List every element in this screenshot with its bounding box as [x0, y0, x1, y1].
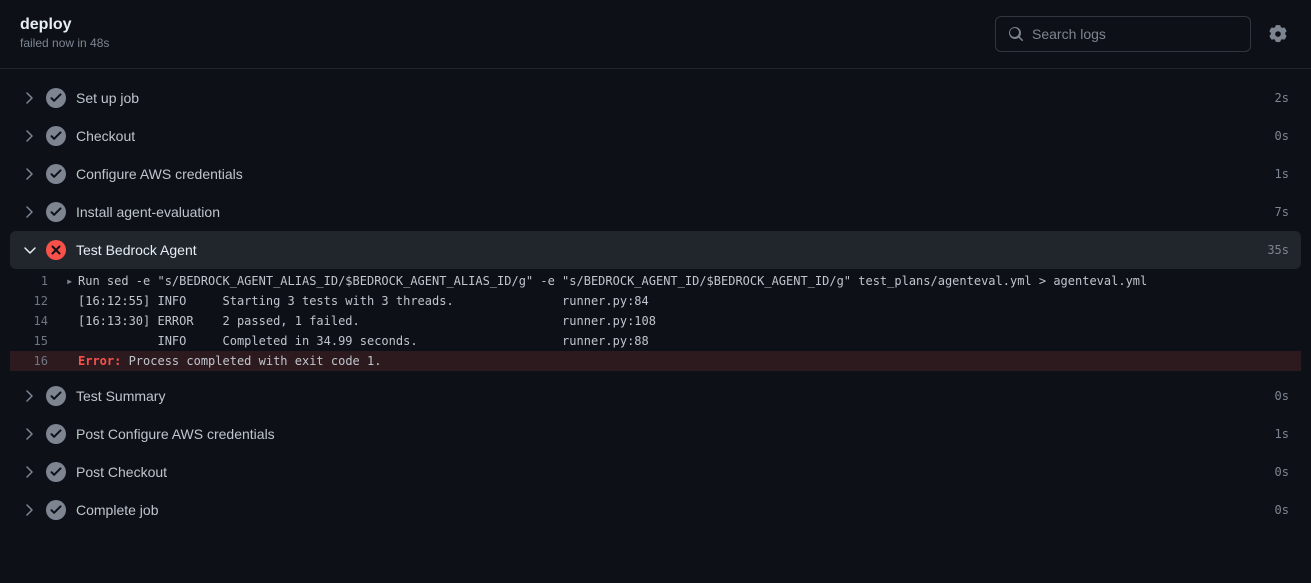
header-right [995, 16, 1291, 52]
step-name: Post Configure AWS credentials [76, 426, 1275, 442]
step-duration: 0s [1275, 503, 1289, 517]
log-line[interactable]: 16 Error: Process completed with exit cod… [10, 351, 1301, 371]
steps-list: Set up job2sCheckout0sConfigure AWS cred… [0, 69, 1311, 539]
chevron-right-icon [22, 128, 38, 144]
log-line[interactable]: 14 [16:13:30] ERROR 2 passed, 1 failed. r… [10, 311, 1301, 331]
search-logs-input[interactable] [1032, 26, 1238, 42]
log-line[interactable]: 15 INFO Completed in 34.99 seconds. runn… [10, 331, 1301, 351]
log-content: Error: Process completed with exit code … [78, 351, 381, 371]
step-name: Test Summary [76, 388, 1275, 404]
line-number: 1 [22, 271, 66, 291]
line-number: 12 [22, 291, 66, 311]
step-name: Complete job [76, 502, 1275, 518]
chevron-right-icon [22, 90, 38, 106]
header-left: deploy failed now in 48s [20, 16, 109, 50]
log-content: Run sed -e "s/BEDROCK_AGENT_ALIAS_ID/$BE… [78, 271, 1147, 291]
success-icon [46, 126, 66, 146]
log-line[interactable]: 1▸Run sed -e "s/BEDROCK_AGENT_ALIAS_ID/$… [10, 271, 1301, 291]
search-icon [1008, 26, 1024, 42]
line-number: 15 [22, 331, 66, 351]
step-row[interactable]: Test Summary0s [10, 377, 1301, 415]
page-header: deploy failed now in 48s [0, 0, 1311, 69]
step-row[interactable]: Post Checkout0s [10, 453, 1301, 491]
chevron-right-icon [22, 204, 38, 220]
job-title: deploy [20, 16, 109, 34]
step-name: Install agent-evaluation [76, 204, 1275, 220]
job-status-subtitle: failed now in 48s [20, 36, 109, 50]
step-duration: 35s [1267, 243, 1289, 257]
step-name: Configure AWS credentials [76, 166, 1275, 182]
step-row[interactable]: Post Configure AWS credentials1s [10, 415, 1301, 453]
step-duration: 7s [1275, 205, 1289, 219]
step-duration: 1s [1275, 427, 1289, 441]
step-row[interactable]: Set up job2s [10, 79, 1301, 117]
chevron-right-icon [22, 464, 38, 480]
step-row[interactable]: Checkout0s [10, 117, 1301, 155]
step-duration: 0s [1275, 389, 1289, 403]
step-name: Checkout [76, 128, 1275, 144]
step-duration: 2s [1275, 91, 1289, 105]
success-icon [46, 462, 66, 482]
gear-icon [1269, 25, 1287, 43]
success-icon [46, 202, 66, 222]
line-number: 16 [22, 351, 66, 371]
step-row[interactable]: Install agent-evaluation7s [10, 193, 1301, 231]
chevron-down-icon [22, 242, 38, 258]
line-number: 14 [22, 311, 66, 331]
log-output: 1▸Run sed -e "s/BEDROCK_AGENT_ALIAS_ID/$… [10, 269, 1301, 377]
chevron-right-icon [22, 166, 38, 182]
chevron-right-icon [22, 502, 38, 518]
log-content: [16:13:30] ERROR 2 passed, 1 failed. run… [78, 311, 656, 331]
chevron-right-icon [22, 426, 38, 442]
search-logs-box[interactable] [995, 16, 1251, 52]
step-row[interactable]: Test Bedrock Agent35s [10, 231, 1301, 269]
settings-button[interactable] [1265, 21, 1291, 47]
success-icon [46, 500, 66, 520]
success-icon [46, 88, 66, 108]
step-row[interactable]: Complete job0s [10, 491, 1301, 529]
step-name: Test Bedrock Agent [76, 242, 1267, 258]
step-duration: 0s [1275, 465, 1289, 479]
log-content: INFO Completed in 34.99 seconds. runner.… [78, 331, 649, 351]
chevron-right-icon [22, 388, 38, 404]
step-duration: 1s [1275, 167, 1289, 181]
expand-triangle-icon[interactable]: ▸ [66, 271, 78, 291]
log-line[interactable]: 12 [16:12:55] INFO Starting 3 tests with … [10, 291, 1301, 311]
log-content: [16:12:55] INFO Starting 3 tests with 3 … [78, 291, 649, 311]
step-name: Set up job [76, 90, 1275, 106]
step-duration: 0s [1275, 129, 1289, 143]
fail-icon [46, 240, 66, 260]
success-icon [46, 424, 66, 444]
success-icon [46, 164, 66, 184]
step-row[interactable]: Configure AWS credentials1s [10, 155, 1301, 193]
success-icon [46, 386, 66, 406]
step-name: Post Checkout [76, 464, 1275, 480]
